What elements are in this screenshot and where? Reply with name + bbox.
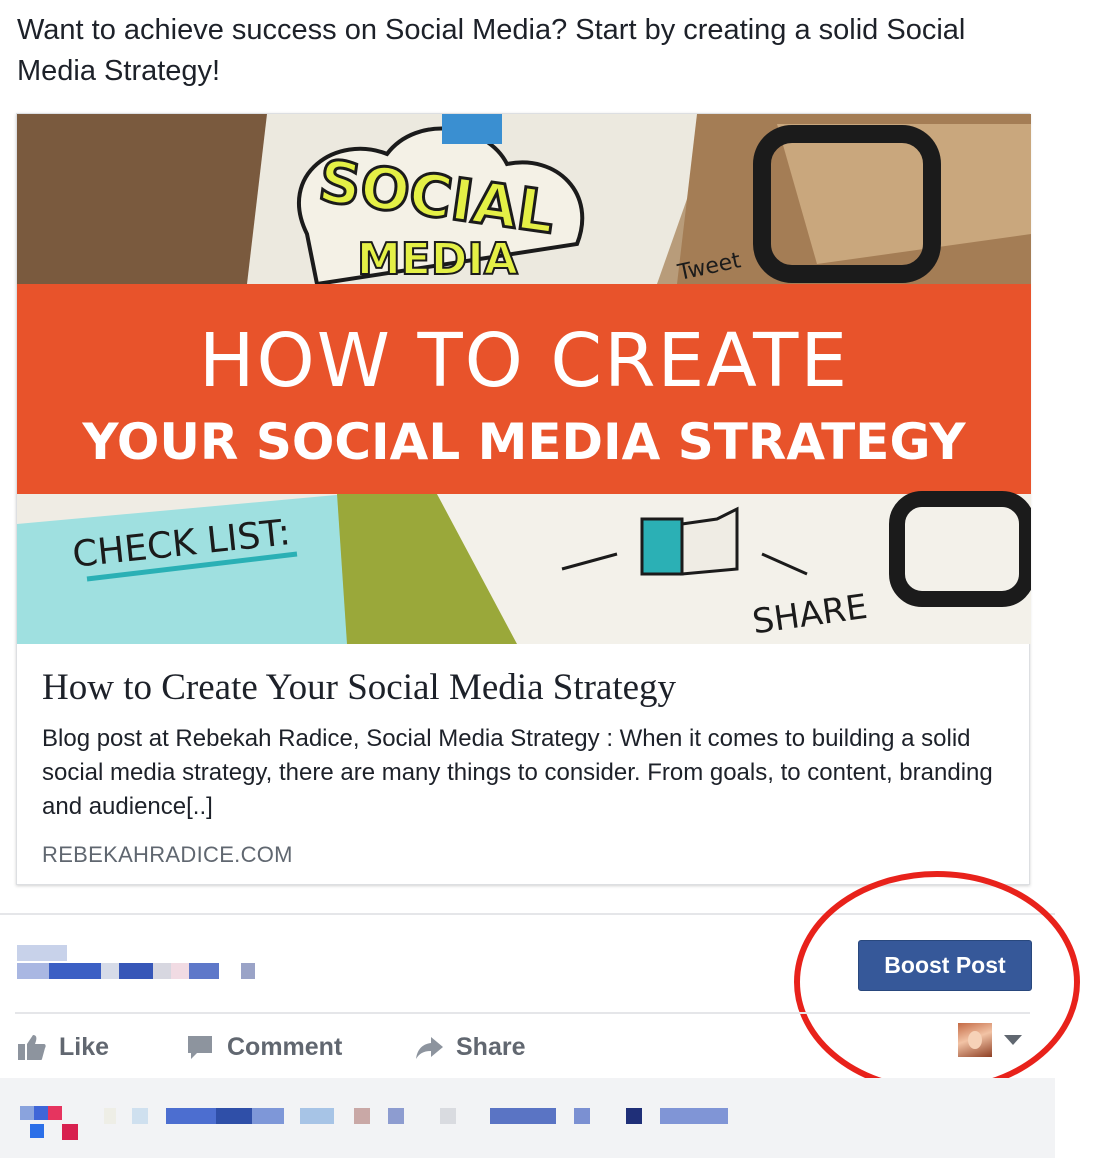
banner-line-2: YOUR SOCIAL MEDIA STRATEGY bbox=[81, 413, 966, 471]
section-divider bbox=[0, 913, 1055, 915]
social-media-strategy-graphic: SOCIAL MEDIA Tweet HOW TO CREATE YOUR SO… bbox=[17, 114, 1031, 644]
share-button[interactable]: Share bbox=[414, 1028, 525, 1066]
media-doodle-text: MEDIA bbox=[357, 234, 518, 285]
speech-bubble-icon bbox=[185, 1032, 215, 1062]
like-label: Like bbox=[59, 1032, 110, 1061]
actions-divider bbox=[15, 1012, 1030, 1014]
comment-button[interactable]: Comment bbox=[185, 1028, 342, 1066]
link-description: Blog post at Rebekah Radice, Social Medi… bbox=[42, 725, 993, 820]
share-arrow-icon bbox=[414, 1032, 444, 1062]
pixelated-insights bbox=[17, 945, 262, 980]
link-preview-image[interactable]: SOCIAL MEDIA Tweet HOW TO CREATE YOUR SO… bbox=[17, 114, 1031, 644]
avatar bbox=[958, 1023, 992, 1057]
link-domain: REBEKAHRADICE.COM bbox=[42, 842, 293, 867]
link-preview-body[interactable]: How to Create Your Social Media Strategy… bbox=[42, 664, 1002, 868]
thumbs-up-icon bbox=[17, 1032, 47, 1062]
boost-post-button[interactable]: Boost Post bbox=[858, 940, 1032, 991]
post-message: Want to achieve success on Social Media?… bbox=[17, 14, 966, 87]
post-as-selector[interactable] bbox=[958, 1022, 1030, 1058]
link-preview-card[interactable]: SOCIAL MEDIA Tweet HOW TO CREATE YOUR SO… bbox=[16, 113, 1031, 885]
link-title[interactable]: How to Create Your Social Media Strategy bbox=[42, 664, 1002, 712]
pixelated-comments-bar bbox=[0, 1078, 1055, 1158]
banner-line-1: HOW TO CREATE bbox=[199, 318, 849, 404]
chevron-down-icon bbox=[1004, 1035, 1022, 1045]
like-button[interactable]: Like bbox=[17, 1028, 109, 1066]
share-label: Share bbox=[456, 1032, 526, 1061]
comment-label: Comment bbox=[227, 1032, 343, 1061]
